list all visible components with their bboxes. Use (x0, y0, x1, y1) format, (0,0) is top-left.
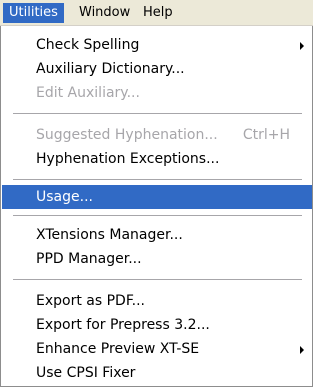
menu-item-label: Check Spelling (36, 37, 140, 53)
menu-item-suggested-hyphenation: Suggested Hyphenation... Ctrl+H (2, 123, 312, 147)
menu-item-export-pdf[interactable]: Export as PDF... (2, 289, 312, 313)
menubar-utilities[interactable]: Utilities (3, 3, 64, 23)
screen: Utilities Window Help Check Spelling Aux… (0, 0, 313, 387)
submenu-arrow-icon (300, 346, 304, 354)
menu-item-use-cpsi-fixer[interactable]: Use CPSI Fixer (2, 361, 312, 385)
menu-item-label: Use CPSI Fixer (36, 365, 136, 381)
menu-item-xtensions-manager[interactable]: XTensions Manager... (2, 223, 312, 247)
utilities-dropdown-menu: Check Spelling Auxiliary Dictionary... E… (0, 26, 313, 387)
menu-item-label: Export as PDF... (36, 293, 145, 309)
submenu-arrow-icon (300, 42, 304, 50)
menu-item-label: Suggested Hyphenation... (36, 127, 218, 143)
menu-separator (13, 179, 302, 180)
menubar-window[interactable]: Window (73, 3, 136, 23)
menubar-help[interactable]: Help (137, 3, 179, 23)
menu-item-check-spelling[interactable]: Check Spelling (2, 33, 312, 57)
menu-item-usage[interactable]: Usage... (2, 185, 312, 209)
menu-item-label: Hyphenation Exceptions... (36, 151, 220, 167)
menu-item-label: PPD Manager... (36, 251, 142, 267)
menu-item-label: Export for Prepress 3.2... (36, 317, 210, 333)
menu-item-hyphenation-exceptions[interactable]: Hyphenation Exceptions... (2, 147, 312, 171)
menu-bar: Utilities Window Help (0, 0, 313, 26)
menu-item-edit-auxiliary: Edit Auxiliary... (2, 81, 312, 105)
menu-item-label: Auxiliary Dictionary... (36, 61, 185, 77)
menu-item-label: Edit Auxiliary... (36, 85, 140, 101)
menu-item-label: Enhance Preview XT-SE (36, 341, 200, 357)
menu-item-label: XTensions Manager... (36, 227, 183, 243)
menu-item-ppd-manager[interactable]: PPD Manager... (2, 247, 312, 271)
menu-item-enhance-preview[interactable]: Enhance Preview XT-SE (2, 337, 312, 361)
menu-separator (13, 215, 302, 216)
menu-item-label: Usage... (36, 189, 93, 205)
menu-item-export-prepress[interactable]: Export for Prepress 3.2... (2, 313, 312, 337)
menu-separator (13, 279, 302, 280)
menu-separator (13, 113, 302, 114)
menu-item-auxiliary-dictionary[interactable]: Auxiliary Dictionary... (2, 57, 312, 81)
menu-item-shortcut: Ctrl+H (242, 127, 290, 143)
